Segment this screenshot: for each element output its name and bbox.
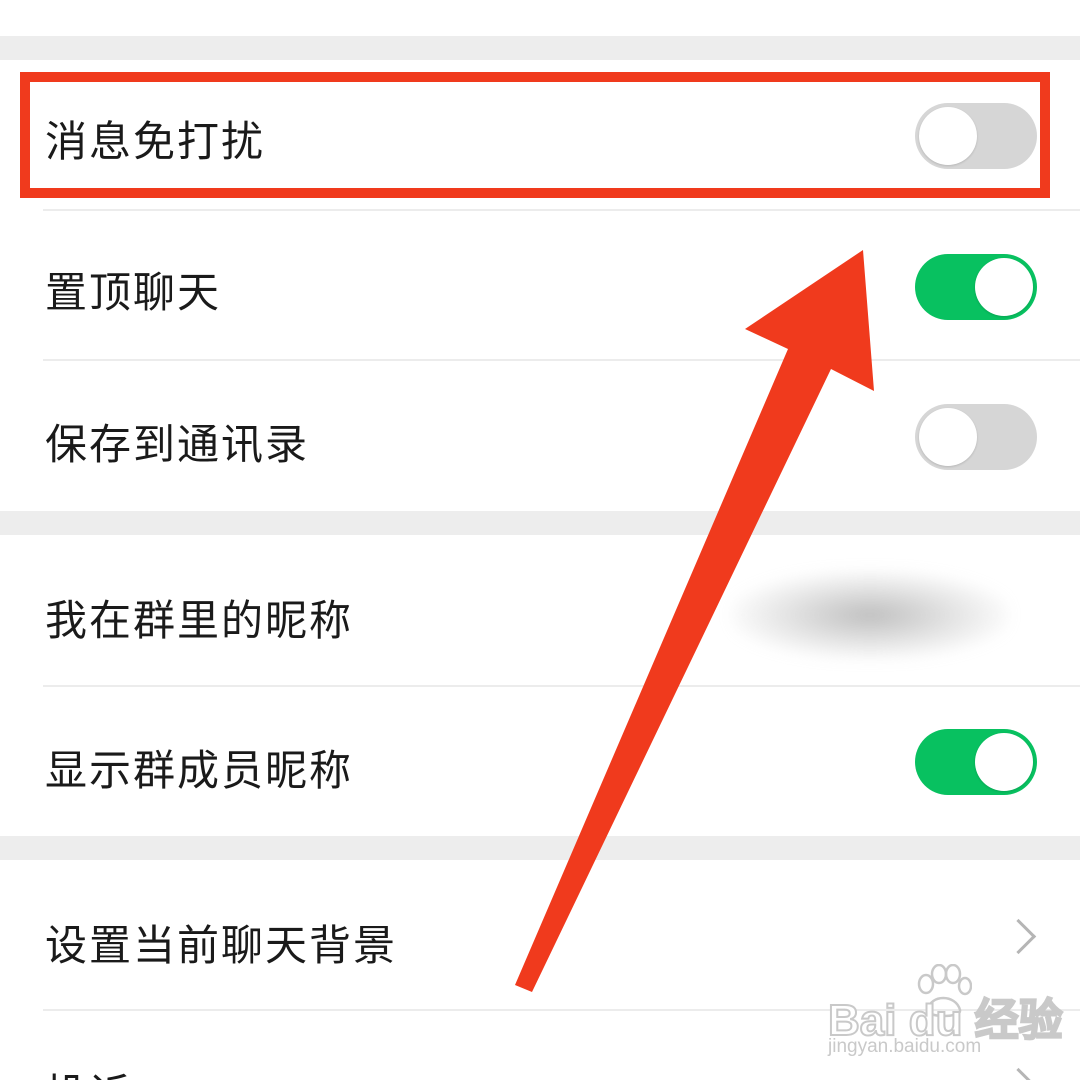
- watermark-url: jingyan.baidu.com: [828, 1036, 982, 1057]
- chat-settings-page: 消息免打扰 置顶聊天 保存到通讯录 我在群里的昵称 显示群成员昵称 设置当前聊天…: [0, 0, 1080, 1080]
- annotation-arrow-shape: [515, 250, 874, 992]
- annotation-arrow: [515, 250, 874, 992]
- baidu-jingyan-watermark: Bai du 经验 jingyan.baidu.com: [827, 964, 1064, 1064]
